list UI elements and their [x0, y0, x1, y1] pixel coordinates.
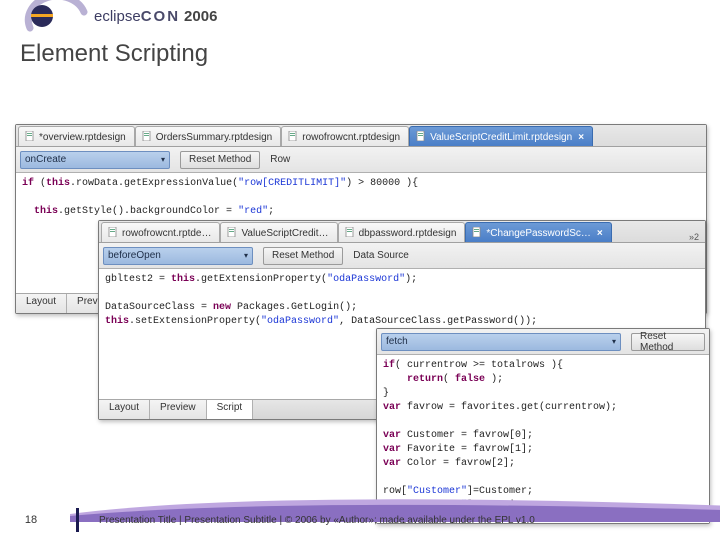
chevron-down-icon: ▾ — [244, 251, 248, 260]
tab-label: dbpassword.rptdesign — [359, 228, 457, 239]
reset-label: Reset Method — [640, 331, 696, 353]
context-label: Row — [270, 154, 290, 165]
event-combo[interactable]: beforeOpen ▾ — [103, 247, 253, 265]
reset-method-button[interactable]: Reset Method — [263, 247, 343, 265]
reset-method-button[interactable]: Reset Method — [180, 151, 260, 169]
tab-label: *ChangePasswordSc… — [486, 228, 591, 239]
brand-text: eclipseCON2006 — [94, 8, 217, 25]
tab-overflow-indicator[interactable]: »2 — [683, 232, 705, 242]
footer-divider — [76, 508, 79, 532]
editor-tab[interactable]: rowofrowcnt.rptde… — [101, 222, 220, 242]
tab-label: ValueScriptCreditLimit.rptdesign — [430, 132, 572, 143]
reset-label: Reset Method — [272, 250, 334, 261]
view-tab-layout[interactable]: Layout — [99, 400, 150, 419]
editor-tab[interactable]: ValueScriptCredit… — [220, 222, 337, 242]
report-file-icon — [25, 131, 35, 144]
tab-bar: rowofrowcnt.rptde… ValueScriptCredit… dbpa… — [99, 221, 705, 243]
slide-header: eclipseCON2006 — [0, 0, 720, 28]
report-file-icon — [416, 131, 426, 144]
reset-label: Reset Method — [189, 154, 251, 165]
chevron-down-icon: ▾ — [161, 155, 165, 164]
page-title: Element Scripting — [0, 28, 720, 76]
brand-con: CON — [141, 8, 180, 25]
report-file-icon — [142, 131, 152, 144]
close-icon[interactable]: × — [597, 228, 603, 239]
view-tab-script[interactable]: Script — [207, 400, 254, 419]
tab-label: ValueScriptCredit… — [241, 228, 328, 239]
combo-value: beforeOpen — [108, 250, 161, 261]
view-tab-layout[interactable]: Layout — [16, 294, 67, 313]
reset-method-button[interactable]: Reset Method — [631, 333, 705, 351]
report-file-icon — [227, 227, 237, 240]
eclipse-logo-icon — [28, 4, 88, 28]
editor-toolbar: fetch ▾ Reset Method — [377, 329, 709, 355]
editor-tab[interactable]: *ChangePasswordSc… × — [465, 222, 611, 242]
tab-bar: *overview.rptdesign OrdersSummary.rptdesi… — [16, 125, 706, 147]
tab-label: *overview.rptdesign — [39, 132, 126, 143]
tab-label: rowofrowcnt.rptdesign — [302, 132, 400, 143]
report-file-icon — [345, 227, 355, 240]
brand-name: eclipse — [94, 8, 141, 25]
code-area[interactable]: if( currentrow >= totalrows ){ return( f… — [377, 355, 709, 523]
tab-label: rowofrowcnt.rptde… — [122, 228, 211, 239]
event-combo[interactable]: fetch ▾ — [381, 333, 621, 351]
view-tab-preview[interactable]: Preview — [150, 400, 207, 419]
editor-tab[interactable]: OrdersSummary.rptdesign — [135, 126, 282, 146]
report-file-icon — [288, 131, 298, 144]
tab-label: OrdersSummary.rptdesign — [156, 132, 273, 143]
report-file-icon — [108, 227, 118, 240]
combo-value: onCreate — [25, 154, 66, 165]
slide-footer: 18 Presentation Title | Presentation Sub… — [0, 500, 720, 540]
close-icon[interactable]: × — [578, 132, 584, 143]
editor-tab[interactable]: rowofrowcnt.rptdesign — [281, 126, 409, 146]
footer-text: Presentation Title | Presentation Subtit… — [99, 515, 535, 526]
chevron-down-icon: ▾ — [612, 337, 616, 346]
page-number: 18 — [0, 514, 62, 526]
event-combo[interactable]: onCreate ▾ — [20, 151, 170, 169]
editor-toolbar: beforeOpen ▾ Reset Method Data Source — [99, 243, 705, 269]
editor-tab[interactable]: ValueScriptCreditLimit.rptdesign × — [409, 126, 593, 146]
editor-tab[interactable]: dbpassword.rptdesign — [338, 222, 466, 242]
combo-value: fetch — [386, 336, 408, 347]
context-label: Data Source — [353, 250, 409, 261]
editor-window-3: fetch ▾ Reset Method if( currentrow >= t… — [376, 328, 710, 524]
editor-toolbar: onCreate ▾ Reset Method Row — [16, 147, 706, 173]
brand-year: 2006 — [184, 8, 217, 25]
editor-tab[interactable]: *overview.rptdesign — [18, 126, 135, 146]
report-file-icon — [472, 227, 482, 240]
